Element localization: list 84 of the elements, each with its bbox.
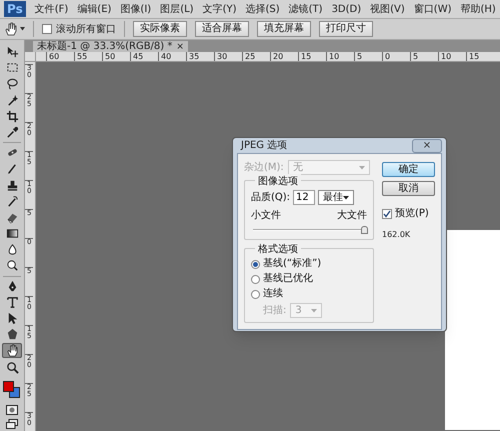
ruler-label: 5 — [354, 52, 382, 61]
ruler-label: 10 — [326, 52, 354, 61]
document-title: 未标题-1 @ 33.3%(RGB/8) * — [37, 41, 172, 52]
quality-field[interactable]: 12 — [293, 190, 316, 205]
menu-item[interactable]: 文字(Y) — [202, 2, 236, 16]
gradient-icon — [6, 227, 18, 240]
ruler-label: 20 — [270, 52, 298, 61]
ruler-label: 0 — [382, 52, 410, 61]
toolbar-button[interactable]: 实际像素 — [133, 21, 187, 37]
field-label: 品质(Q): — [251, 190, 290, 205]
dialog-title: JPEG 选项 — [241, 138, 288, 153]
ruler-label: 45 — [130, 52, 158, 61]
toolbar-button[interactable]: 打印尺寸 — [319, 21, 373, 37]
slider-thumb[interactable] — [361, 226, 368, 234]
hand-icon[interactable] — [4, 22, 18, 36]
ruler-label: 40 — [158, 52, 186, 61]
windows-icon — [6, 419, 18, 430]
menu-item[interactable]: 文件(F) — [34, 2, 68, 16]
toolbar-button[interactable]: 填充屏幕 — [257, 21, 311, 37]
checkbox-label: 预览(P) — [395, 207, 429, 221]
ruler-label: 15 — [466, 52, 494, 61]
menu-item[interactable]: 帮助(H) — [460, 2, 496, 16]
type-icon — [6, 296, 18, 309]
menu-item[interactable]: 3D(D) — [332, 2, 362, 16]
close-button[interactable]: × — [176, 42, 184, 52]
color-swatches[interactable] — [2, 380, 22, 398]
caret-icon — [311, 308, 318, 312]
ruler-label: 60 — [46, 52, 74, 61]
checkbox-label: 滚动所有窗口 — [56, 22, 116, 36]
radio-label: 连续 — [263, 288, 283, 300]
zoom-icon — [6, 360, 18, 374]
lasso-icon — [6, 77, 18, 90]
dialog-button[interactable]: 取消 — [382, 181, 435, 196]
slider-label: 大文件 — [337, 208, 367, 223]
radio-button[interactable] — [251, 260, 260, 268]
document-tab[interactable]: 未标题-1 @ 33.3%(RGB/8) * × — [33, 41, 188, 52]
shape-icon — [6, 328, 18, 342]
radio-label: 基线已优化 — [263, 273, 313, 285]
ruler-label: 55 — [74, 52, 102, 61]
brush-icon — [6, 162, 18, 176]
move-icon — [6, 45, 18, 58]
close-button[interactable]: × — [412, 138, 442, 152]
hand-icon — [6, 344, 18, 358]
radio-button[interactable] — [251, 274, 260, 284]
droplet-icon — [6, 243, 18, 256]
crop-icon — [6, 110, 18, 123]
menu-item[interactable]: 图像(I) — [120, 2, 152, 16]
toolbar-button[interactable]: 适合屏幕 — [195, 21, 249, 37]
dodge-icon — [6, 259, 18, 272]
caret-icon[interactable] — [20, 27, 25, 31]
history-brush-icon — [6, 194, 18, 208]
quality-dropdown[interactable]: 最佳 — [318, 190, 354, 205]
file-size: 162.0K — [382, 229, 412, 241]
menu-item[interactable]: 选择(S) — [245, 2, 280, 16]
checkbox[interactable] — [42, 24, 52, 34]
slider-label: 小文件 — [251, 208, 281, 223]
field-label: 扫描: — [263, 304, 286, 318]
menu-item[interactable]: 编辑(E) — [77, 2, 112, 16]
menu-item[interactable]: 滤镜(T) — [288, 2, 323, 16]
quick-mask-icon — [6, 405, 18, 416]
marquee-icon — [6, 61, 18, 74]
field-label: 杂边(M): — [244, 160, 284, 175]
menu-item[interactable]: 视图(V) — [370, 2, 405, 16]
app-logo: Ps — [4, 1, 26, 17]
ruler-label: 5 — [410, 52, 438, 61]
menu-item[interactable]: 窗口(W) — [414, 2, 452, 16]
menu-item[interactable]: 图层(L) — [160, 2, 194, 16]
checkbox[interactable] — [382, 208, 392, 218]
caret-icon — [358, 166, 365, 170]
tool-button[interactable] — [2, 343, 22, 358]
ruler-label: 10 — [438, 52, 466, 61]
dialog-button[interactable]: 确定 — [382, 162, 435, 177]
caret-icon — [343, 196, 350, 200]
radio-label: 基线(“标准”) — [263, 258, 322, 270]
stamp-icon — [6, 178, 18, 192]
ruler-label: 50 — [102, 52, 130, 61]
radio-button[interactable] — [251, 290, 260, 298]
wand-icon — [6, 94, 18, 107]
ruler-label: 25 — [242, 52, 270, 61]
ruler-label: 35 — [186, 52, 214, 61]
check-icon — [383, 210, 391, 218]
eyedropper-icon — [6, 126, 18, 140]
ruler-label: 30 — [214, 52, 242, 61]
ruler-label: 15 — [298, 52, 326, 61]
